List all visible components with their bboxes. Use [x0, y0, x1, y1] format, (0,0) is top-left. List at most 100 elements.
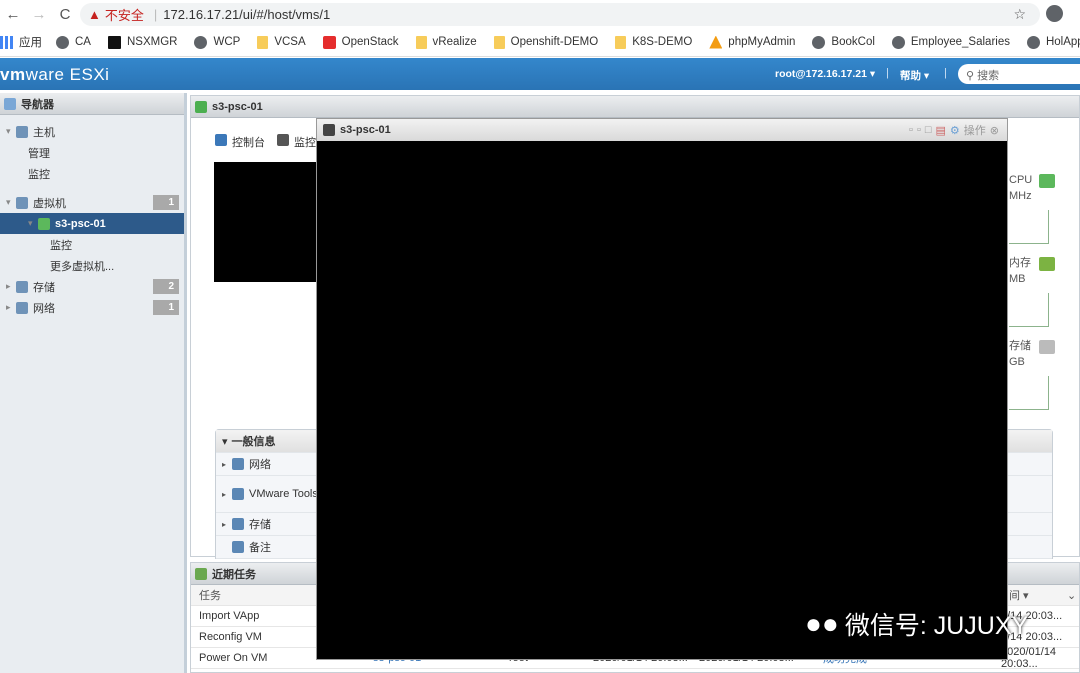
tasks-icon [195, 567, 207, 580]
monitor-button[interactable]: 监控 [277, 134, 316, 150]
bookmark-item[interactable]: OpenStack [322, 35, 399, 49]
actions-menu[interactable]: 操作 [964, 122, 986, 138]
bookmark-label: 应用 [19, 37, 42, 49]
bookmark-label: Openshift-DEMO [510, 36, 599, 48]
vmware-tools-icon [232, 488, 244, 500]
globe-icon [194, 35, 208, 49]
bookmark-item[interactable]: WCP [194, 35, 240, 49]
bookmark-item[interactable]: HolApp [1026, 35, 1080, 49]
bookmark-item[interactable]: vRealize [415, 35, 477, 49]
esxi-header: vmware ESXi root@172.16.17.21 ▾ | 帮助 ▾ |… [0, 58, 1080, 90]
reload-icon[interactable]: C [52, 6, 78, 23]
profile-icon[interactable] [1046, 5, 1063, 22]
expander-icon[interactable]: ▸ [222, 520, 232, 529]
nav-label: 监控 [28, 168, 50, 181]
bookmark-label: vRealize [432, 36, 477, 48]
restore-icon[interactable]: ▫ [917, 124, 921, 136]
expander-icon[interactable]: ▸ [6, 302, 16, 313]
nav-label: 主机 [33, 126, 55, 139]
console-icon [215, 134, 227, 146]
nav-item[interactable]: ▾ s3-psc-01 [0, 213, 184, 234]
expander-icon[interactable]: ▾ [6, 197, 16, 208]
bookmark-item[interactable]: Openshift-DEMO [493, 35, 599, 49]
keyboard-flag-icon[interactable]: ▤ [936, 124, 946, 137]
resource-2: 存储 GB [1009, 340, 1031, 368]
expander-icon[interactable]: ▾ [6, 126, 16, 137]
expander-icon[interactable]: ▾ [28, 218, 38, 229]
minimize-icon[interactable]: ▫ [909, 124, 913, 136]
bookmark-label: Employee_Salaries [910, 36, 1010, 48]
nav-item[interactable]: 更多虚拟机... [0, 255, 184, 276]
nav-item[interactable]: 监控 [0, 163, 184, 184]
bookmark-label: BookCol [831, 36, 875, 48]
bookmark-label: VCSA [274, 36, 306, 48]
expander-icon[interactable]: ▸ [222, 460, 232, 469]
task-task: Power On VM [199, 652, 268, 664]
bookmark-item[interactable]: NSXMGR [107, 35, 178, 49]
search-input[interactable]: ⚲ 搜索 [958, 64, 1080, 84]
nav-item[interactable]: 管理 [0, 142, 184, 163]
bookmark-label: OpenStack [341, 36, 399, 48]
gear-icon: ⚙ [949, 124, 960, 137]
nav-label: 更多虚拟机... [50, 260, 115, 273]
user-menu[interactable]: root@172.16.17.21 ▾ [775, 68, 875, 80]
maximize-icon[interactable]: □ [925, 124, 932, 136]
row-label: 网络 [249, 459, 271, 471]
console-window[interactable]: s3-psc-01 ▫ ▫ □ ▤ ⚙ 操作 ⊗ [316, 118, 1008, 660]
back-icon[interactable]: ← [0, 6, 26, 23]
help-menu[interactable]: 帮助 ▾ [900, 68, 929, 83]
bookmark-item[interactable]: VCSA [257, 35, 306, 49]
task-task: Reconfig VM [199, 631, 262, 643]
col-task[interactable]: 任务 [199, 587, 221, 603]
url-text: 172.16.17.21/ui/#/host/vms/1 [163, 7, 331, 22]
apps-grid-icon [0, 35, 13, 49]
count-badge: 1 [153, 195, 179, 210]
network-icon [232, 458, 244, 470]
nav-label: 管理 [28, 147, 50, 160]
nav-icon [16, 301, 28, 314]
console-title: s3-psc-01 [340, 124, 391, 136]
folder-icon [615, 35, 627, 49]
bookmark-label: K8S-DEMO [632, 36, 693, 48]
task-task: Import VApp [199, 610, 260, 622]
vmware-esxi-logo: vmware ESXi [0, 65, 110, 84]
resource-chart [1009, 293, 1049, 327]
address-bar[interactable]: ▲ 不安全 | 172.16.17.21/ui/#/host/vms/1 ☆ [80, 3, 1040, 26]
nav-item[interactable]: ▸ 网络 1 [0, 297, 184, 318]
nav-icon [16, 196, 28, 209]
bookmark-item[interactable]: Employee_Salaries [891, 35, 1010, 49]
folder-icon [415, 35, 427, 49]
nav-item[interactable]: ▾ 主机 [0, 121, 184, 142]
nav-label: 网络 [33, 302, 55, 315]
bookmark-label: NSXMGR [126, 36, 178, 48]
star-icon[interactable]: ☆ [1013, 6, 1026, 23]
nav-label: 监控 [50, 239, 72, 252]
vm-icon [195, 100, 207, 113]
bookmark-item[interactable]: CA [56, 35, 91, 49]
close-icon[interactable]: ⊗ [990, 124, 999, 137]
row-label: VMware Tools [249, 488, 318, 500]
chevron-down-icon[interactable]: ⌄ [1067, 589, 1076, 602]
bookmark-label: CA [75, 36, 91, 48]
bookmark-item[interactable]: BookCol [812, 35, 875, 49]
globe-icon [1026, 35, 1040, 49]
openstack-icon [322, 35, 336, 49]
nav-item[interactable]: 监控 [0, 234, 184, 255]
vm-toolbar: 控制台 监控 [215, 134, 316, 150]
col-time[interactable]: 间 ▾ [1009, 587, 1029, 603]
resource-1: 内存 MB [1009, 257, 1031, 285]
nav-item[interactable]: ▾ 虚拟机 1 [0, 192, 184, 213]
bookmark-item[interactable]: phpMyAdmin [709, 35, 796, 49]
bookmark-item[interactable]: 应用 [0, 34, 42, 50]
nav-item[interactable]: ▸ 存储 2 [0, 276, 184, 297]
bookmark-label: phpMyAdmin [728, 36, 796, 48]
globe-icon [891, 35, 905, 49]
console-titlebar[interactable]: s3-psc-01 ▫ ▫ □ ▤ ⚙ 操作 ⊗ [317, 119, 1007, 141]
console-button[interactable]: 控制台 [215, 134, 265, 150]
forward-icon[interactable]: → [26, 6, 52, 23]
expander-icon[interactable]: ▸ [6, 281, 16, 292]
bookmark-item[interactable]: K8S-DEMO [615, 35, 693, 49]
nav-label: s3-psc-01 [55, 217, 106, 230]
expander-icon[interactable]: ▸ [222, 490, 232, 499]
console-thumbnail[interactable] [214, 162, 324, 282]
